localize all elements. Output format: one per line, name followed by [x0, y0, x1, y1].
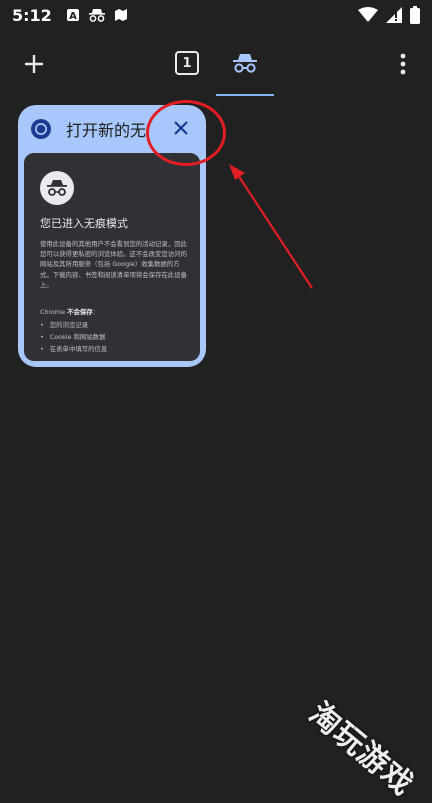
- annotation-arrow: [229, 164, 313, 289]
